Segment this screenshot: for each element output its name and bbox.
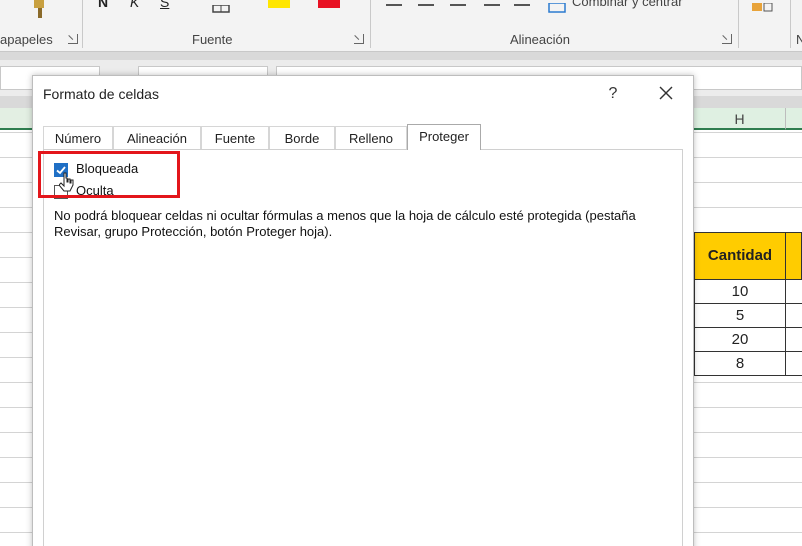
cell-value[interactable]: 10 xyxy=(694,280,786,304)
number-format-icon[interactable] xyxy=(752,0,774,18)
cell-next[interactable] xyxy=(786,280,802,304)
increase-indent-icon[interactable] xyxy=(514,4,530,8)
tab-relleno[interactable]: Relleno xyxy=(335,126,407,150)
tab-alineacion[interactable]: Alineación xyxy=(113,126,201,150)
cell-value[interactable]: 8 xyxy=(694,352,786,376)
cell-cantidad-header[interactable]: Cantidad xyxy=(694,232,786,280)
align-left-icon[interactable] xyxy=(386,4,402,8)
dialog-title: Formato de celdas xyxy=(43,86,159,102)
column-header-strip xyxy=(0,108,32,130)
cell-header-next[interactable] xyxy=(786,232,802,280)
font-group-label: Fuente xyxy=(192,32,233,47)
align-right-icon[interactable] xyxy=(450,4,466,8)
protection-info-text: No podrá bloquear celdas ni ocultar fórm… xyxy=(54,208,636,239)
help-button[interactable]: ? xyxy=(601,82,625,106)
underline-icon[interactable]: S xyxy=(160,0,169,10)
cell-value[interactable]: 5 xyxy=(694,304,786,328)
tab-fuente[interactable]: Fuente xyxy=(201,126,269,150)
ribbon-divider xyxy=(790,0,791,48)
align-center-icon[interactable] xyxy=(418,4,434,8)
ribbon-divider xyxy=(370,0,371,48)
format-cells-dialog: Formato de celdas ? Número Alineación Fu… xyxy=(32,75,694,546)
italic-icon[interactable]: K xyxy=(130,0,139,10)
cell-next[interactable] xyxy=(786,304,802,328)
tab-borde[interactable]: Borde xyxy=(269,126,335,150)
ribbon-divider xyxy=(738,0,739,48)
column-header-i[interactable] xyxy=(786,108,802,130)
dialog-tabs: Número Alineación Fuente Borde Relleno P… xyxy=(43,124,683,150)
clipboard-group-label: apapeles xyxy=(0,32,53,47)
tab-proteger[interactable]: Proteger xyxy=(407,124,481,150)
ribbon-divider xyxy=(82,0,83,48)
format-painter-icon[interactable] xyxy=(30,0,52,25)
sheet-grid-left[interactable] xyxy=(0,108,32,546)
font-launcher-icon[interactable] xyxy=(354,34,364,44)
cell-value[interactable]: 20 xyxy=(694,328,786,352)
clipboard-launcher-icon[interactable] xyxy=(68,34,78,44)
protection-panel: Bloqueada Oculta No podrá bloquear celda… xyxy=(43,149,683,546)
alignment-group-label: Alineación xyxy=(510,32,570,47)
merge-center-icon[interactable] xyxy=(548,0,566,18)
ribbon: apapeles N K S Fuente Combinar y centrar… xyxy=(0,0,802,52)
cell-next[interactable] xyxy=(786,328,802,352)
decrease-indent-icon[interactable] xyxy=(484,4,500,8)
column-header-h[interactable]: H xyxy=(694,108,786,130)
fill-color-icon[interactable] xyxy=(268,0,290,8)
close-button[interactable] xyxy=(651,80,681,108)
merge-center-button[interactable]: Combinar y centrar xyxy=(572,0,683,9)
borders-icon[interactable] xyxy=(212,0,230,18)
tab-numero[interactable]: Número xyxy=(43,126,113,150)
mouse-pointer-icon xyxy=(58,172,75,199)
cell-next[interactable] xyxy=(786,352,802,376)
close-icon xyxy=(659,86,673,100)
number-group-label-fragment: N xyxy=(796,32,802,47)
bold-icon[interactable]: N xyxy=(98,0,108,10)
alignment-launcher-icon[interactable] xyxy=(722,34,732,44)
font-color-icon[interactable] xyxy=(318,0,340,8)
